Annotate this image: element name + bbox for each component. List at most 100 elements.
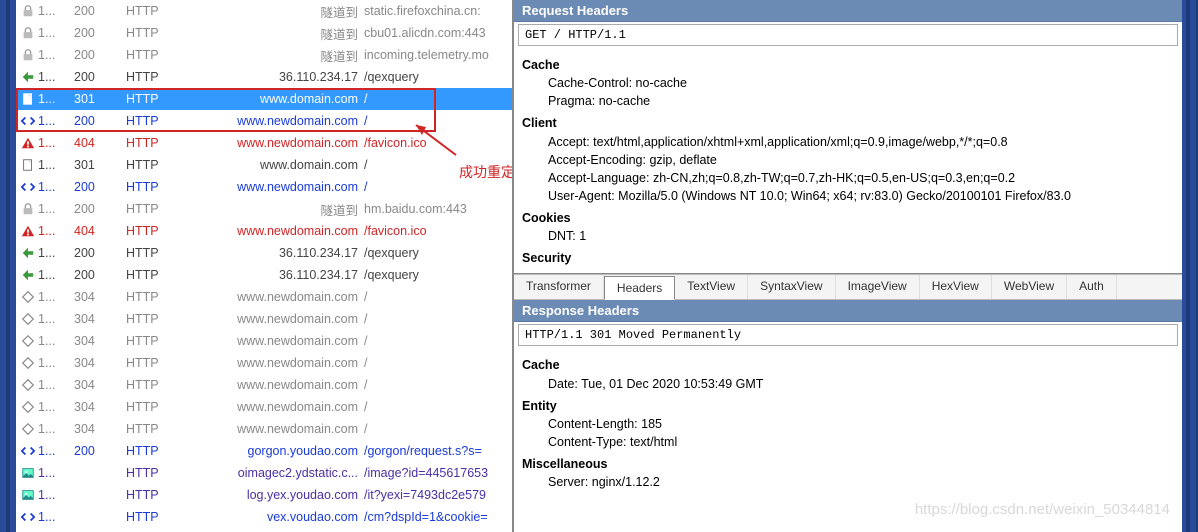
row-protocol: HTTP — [126, 246, 192, 260]
session-row[interactable]: 1...304HTTPwww.newdomain.com/ — [16, 374, 512, 396]
row-host: www.newdomain.com — [192, 356, 364, 370]
row-status: 304 — [74, 400, 126, 414]
session-row[interactable]: 1...200HTTPwww.newdomain.com/ — [16, 176, 512, 198]
session-row[interactable]: 1...200HTTP隧道到hm.baidu.com:443 — [16, 198, 512, 220]
row-url: /favicon.ico — [364, 224, 510, 238]
diamond-icon — [18, 312, 38, 326]
session-row[interactable]: 1...HTTPvex.voudao.com/cm?dspId=1&cookie… — [16, 506, 512, 528]
img-icon — [18, 488, 38, 502]
row-url: /it?yexi=7493dc2e579 — [364, 488, 510, 502]
session-row[interactable]: 1...304HTTPwww.newdomain.com/ — [16, 308, 512, 330]
row-status: 200 — [74, 4, 126, 18]
warn-icon — [18, 136, 38, 150]
row-id: 1... — [38, 466, 74, 480]
session-row[interactable]: 1...200HTTP36.110.234.17/qexquery — [16, 242, 512, 264]
tab-syntaxview[interactable]: SyntaxView — [748, 275, 835, 299]
session-row[interactable]: 1...200HTTP隧道到static.firefoxchina.cn: — [16, 0, 512, 22]
tab-headers[interactable]: Headers — [604, 276, 675, 300]
row-status: 200 — [74, 268, 126, 282]
row-status: 200 — [74, 202, 126, 216]
header-entry: Content-Length: 185 — [522, 415, 1174, 433]
session-row[interactable]: 1...304HTTPwww.newdomain.com/ — [16, 418, 512, 440]
row-host: www.newdomain.com — [192, 334, 364, 348]
session-row[interactable]: 1...404HTTPwww.newdomain.com/favicon.ico — [16, 220, 512, 242]
header-entry: User-Agent: Mozilla/5.0 (Windows NT 10.0… — [522, 187, 1174, 205]
response-headers-panel: Response Headers HTTP/1.1 301 Moved Perm… — [514, 300, 1182, 532]
row-host: 隧道到 — [192, 46, 364, 65]
row-url: / — [364, 422, 510, 436]
session-row[interactable]: 1...301HTTPwww.domain.com/ — [16, 154, 512, 176]
row-url: / — [364, 114, 510, 128]
header-entry: Date: Tue, 01 Dec 2020 10:53:49 GMT — [522, 375, 1174, 393]
session-row[interactable]: 1...304HTTPwww.newdomain.com/ — [16, 286, 512, 308]
sessions-list[interactable]: 1...200HTTP隧道到static.firefoxchina.cn:1..… — [16, 0, 514, 532]
header-group: Cache — [522, 56, 1174, 74]
diamond-icon — [18, 290, 38, 304]
session-row[interactable]: 1...304HTTPwww.newdomain.com/ — [16, 352, 512, 374]
tab-webview[interactable]: WebView — [992, 275, 1067, 299]
session-row[interactable]: 1...301HTTPwww.domain.com/ — [16, 88, 512, 110]
row-id: 1... — [38, 290, 74, 304]
row-protocol: HTTP — [126, 422, 192, 436]
row-host: 36.110.234.17 — [192, 246, 364, 260]
tab-hexview[interactable]: HexView — [920, 275, 992, 299]
session-row[interactable]: 1...404HTTPwww.newdomain.com/favicon.ico — [16, 132, 512, 154]
row-id: 1... — [38, 334, 74, 348]
session-row[interactable]: 1...200HTTPgorgon.youdao.com/gorgon/requ… — [16, 440, 512, 462]
row-protocol: HTTP — [126, 26, 192, 40]
row-protocol: HTTP — [126, 378, 192, 392]
row-url: incoming.telemetry.mo — [364, 48, 510, 62]
row-protocol: HTTP — [126, 202, 192, 216]
header-group: Cache — [522, 356, 1174, 374]
tab-transformer[interactable]: Transformer — [514, 275, 604, 299]
row-protocol: HTTP — [126, 312, 192, 326]
session-row[interactable]: 1...200HTTP隧道到cbu01.alicdn.com:443 — [16, 22, 512, 44]
request-line: GET / HTTP/1.1 — [518, 24, 1178, 46]
row-status: 200 — [74, 180, 126, 194]
session-row[interactable]: 1...200HTTPwww.newdomain.com/ — [16, 110, 512, 132]
row-status: 304 — [74, 356, 126, 370]
row-id: 1... — [38, 224, 74, 238]
row-id: 1... — [38, 444, 74, 458]
row-url: /gorgon/request.s?s= — [364, 444, 510, 458]
row-url: cbu01.alicdn.com:443 — [364, 26, 510, 40]
lock-icon — [18, 26, 38, 40]
tab-textview[interactable]: TextView — [675, 275, 748, 299]
img-icon — [18, 466, 38, 480]
tab-auth[interactable]: Auth — [1067, 275, 1117, 299]
tab-imageview[interactable]: ImageView — [836, 275, 920, 299]
row-id: 1... — [38, 180, 74, 194]
row-id: 1... — [38, 400, 74, 414]
row-host: www.newdomain.com — [192, 378, 364, 392]
session-row[interactable]: 1...HTTPlog.yex.youdao.com/it?yexi=7493d… — [16, 484, 512, 506]
row-host: www.domain.com — [192, 158, 364, 172]
row-host: oimagec2.ydstatic.c... — [192, 466, 364, 480]
request-headers-panel: Request Headers GET / HTTP/1.1 CacheCach… — [514, 0, 1182, 274]
diamond-icon — [18, 422, 38, 436]
session-row[interactable]: 1...200HTTP36.110.234.17/qexquery — [16, 66, 512, 88]
header-group: Cookies — [522, 209, 1174, 227]
diamond-icon — [18, 378, 38, 392]
lock-icon — [18, 202, 38, 216]
session-row[interactable]: 1...200HTTP36.110.234.17/qexquery — [16, 264, 512, 286]
row-url: static.firefoxchina.cn: — [364, 4, 510, 18]
row-status: 200 — [74, 444, 126, 458]
lock-icon — [18, 4, 38, 18]
row-host: 隧道到 — [192, 24, 364, 43]
row-status: 404 — [74, 224, 126, 238]
row-url: / — [364, 158, 510, 172]
row-status: 304 — [74, 378, 126, 392]
row-id: 1... — [38, 312, 74, 326]
session-row[interactable]: 1...304HTTPwww.newdomain.com/ — [16, 396, 512, 418]
session-row[interactable]: 1...HTTPoimagec2.ydstatic.c.../image?id=… — [16, 462, 512, 484]
session-row[interactable]: 1...304HTTPwww.newdomain.com/ — [16, 330, 512, 352]
row-host: vex.voudao.com — [192, 510, 364, 524]
row-url: / — [364, 378, 510, 392]
diamond-icon — [18, 356, 38, 370]
session-row[interactable]: 1...200HTTP隧道到incoming.telemetry.mo — [16, 44, 512, 66]
row-host: 36.110.234.17 — [192, 268, 364, 282]
row-url: /qexquery — [364, 70, 510, 84]
header-entry: Content-Type: text/html — [522, 433, 1174, 451]
row-url: / — [364, 400, 510, 414]
row-protocol: HTTP — [126, 180, 192, 194]
